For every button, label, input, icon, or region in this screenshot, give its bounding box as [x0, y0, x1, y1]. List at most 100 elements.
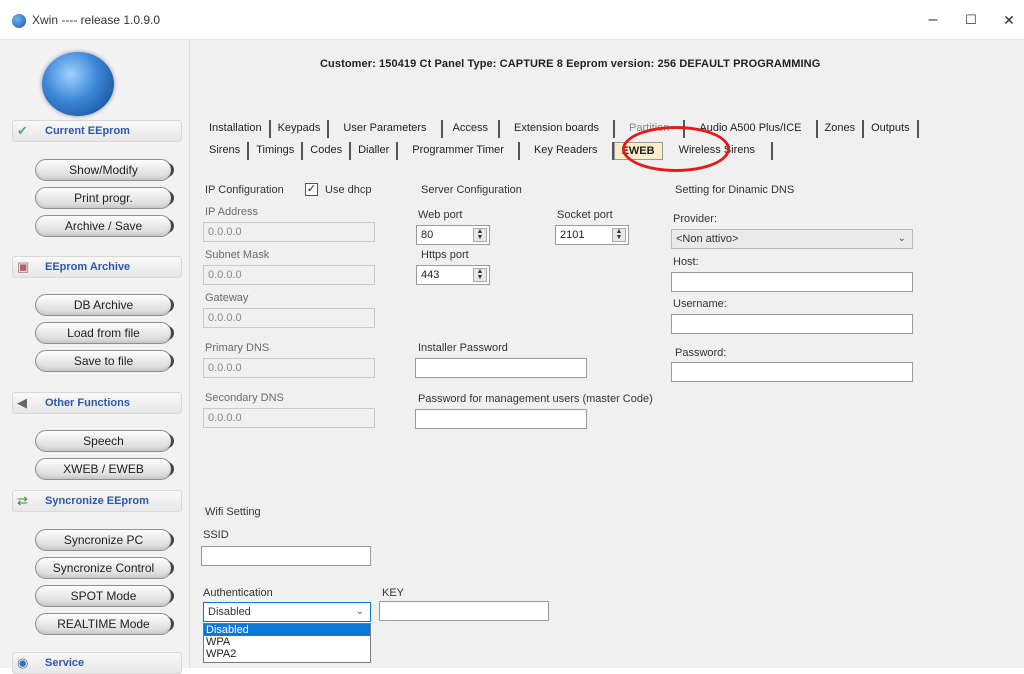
- check-shield-icon: ✔: [17, 123, 28, 138]
- tab-installation[interactable]: Installation: [202, 120, 271, 138]
- use-dhcp-checkbox[interactable]: ✓: [305, 183, 318, 196]
- web-port-stepper[interactable]: 80 ▲ ▼: [416, 225, 490, 245]
- https-port-value: 443: [421, 269, 440, 281]
- tab-keypads[interactable]: Keypads: [271, 120, 330, 138]
- spot-mode-button[interactable]: SPOT Mode: [35, 585, 174, 607]
- option-wpa2[interactable]: WPA2: [204, 648, 370, 660]
- gateway-input[interactable]: [203, 308, 375, 328]
- server-config-label: Server Configuration: [421, 184, 522, 196]
- speaker-icon: ◀: [17, 395, 27, 410]
- primary-dns-input[interactable]: [203, 358, 375, 378]
- https-port-label: Https port: [421, 249, 469, 261]
- sidebar: ✔ Current EEprom Show/Modify Print progr…: [0, 40, 190, 674]
- window-title-bar: Xwin ---- release 1.0.9.0 – ☐ ✕: [0, 0, 1024, 40]
- socket-port-stepper[interactable]: 2101 ▲ ▼: [555, 225, 629, 245]
- window-title: Xwin ---- release 1.0.9.0: [32, 13, 161, 27]
- spin-arrows-icon[interactable]: ▲ ▼: [473, 228, 487, 242]
- panel-header: Customer: 150419 Ct Panel Type: CAPTURE …: [190, 40, 1024, 108]
- secondary-dns-label: Secondary DNS: [205, 392, 284, 404]
- show-modify-button[interactable]: Show/Modify: [35, 159, 174, 181]
- master-password-label: Password for management users (master Co…: [418, 393, 653, 405]
- authentication-value: Disabled: [208, 606, 251, 618]
- archive-save-button[interactable]: Archive / Save: [35, 215, 174, 237]
- syncronize-control-button[interactable]: Syncronize Control: [35, 557, 174, 579]
- tab-dialler[interactable]: Dialler: [351, 142, 399, 160]
- highlight-circle: [622, 126, 730, 172]
- installer-password-label: Installer Password: [418, 342, 508, 354]
- section-title: EEprom Archive: [45, 261, 131, 273]
- close-button[interactable]: ✕: [994, 8, 1024, 32]
- username-input[interactable]: [671, 314, 913, 334]
- primary-dns-label: Primary DNS: [205, 342, 270, 354]
- section-title: Current EEprom: [45, 125, 130, 137]
- app-globe-icon: [12, 14, 26, 28]
- host-input[interactable]: [671, 272, 913, 292]
- save-to-file-button[interactable]: Save to file: [35, 350, 174, 372]
- wifi-setting-label: Wifi Setting: [205, 506, 261, 518]
- ddns-section-label: Setting for Dinamic DNS: [675, 184, 795, 196]
- tab-user-parameters[interactable]: User Parameters: [329, 120, 443, 138]
- section-title: Service: [45, 657, 85, 669]
- tab-outputs[interactable]: Outputs: [864, 120, 919, 138]
- authentication-select[interactable]: Disabled ⌄: [203, 602, 371, 622]
- tab-extension-boards[interactable]: Extension boards: [500, 120, 616, 138]
- password-label: Password:: [675, 347, 727, 359]
- web-port-value: 80: [421, 229, 434, 241]
- sync-icon: ⇄: [17, 493, 28, 508]
- panel-info-text: Customer: 150419 Ct Panel Type: CAPTURE …: [320, 58, 821, 70]
- gateway-label: Gateway: [205, 292, 249, 304]
- tab-access[interactable]: Access: [443, 120, 501, 138]
- password-input[interactable]: [671, 362, 913, 382]
- tab-key-readers[interactable]: Key Readers: [520, 142, 614, 160]
- globe-logo-icon: [42, 52, 114, 116]
- secondary-dns-input[interactable]: [203, 408, 375, 428]
- spin-arrows-icon[interactable]: ▲ ▼: [612, 228, 626, 242]
- minimize-button[interactable]: –: [918, 8, 948, 32]
- chevron-down-icon: ⌄: [355, 606, 364, 617]
- tab-sirens[interactable]: Sirens: [202, 142, 250, 160]
- option-disabled[interactable]: Disabled: [204, 624, 370, 636]
- ip-address-input[interactable]: [203, 222, 375, 242]
- xweb-eweb-button[interactable]: XWEB / EWEB: [35, 458, 174, 480]
- section-eeprom-archive[interactable]: ▣ EEprom Archive: [12, 256, 182, 278]
- section-syncronize-eeprom[interactable]: ⇄ Syncronize EEprom: [12, 490, 182, 512]
- chevron-down-icon: ⌄: [897, 233, 906, 244]
- section-current-eeprom[interactable]: ✔ Current EEprom: [12, 120, 182, 142]
- tab-zones[interactable]: Zones: [818, 120, 865, 138]
- archive-icon: ▣: [17, 259, 30, 274]
- tab-codes[interactable]: Codes: [303, 142, 352, 160]
- socket-port-label: Socket port: [557, 209, 613, 221]
- tab-timings[interactable]: Timings: [249, 142, 304, 160]
- subnet-mask-label: Subnet Mask: [205, 249, 270, 261]
- host-label: Host:: [673, 256, 699, 268]
- speech-button[interactable]: Speech: [35, 430, 174, 452]
- ip-config-label: IP Configuration: [205, 184, 284, 196]
- tab-row-1: Installation Keypads User Parameters Acc…: [202, 120, 919, 138]
- provider-select[interactable]: <Non attivo> ⌄: [671, 229, 913, 249]
- db-archive-button[interactable]: DB Archive: [35, 294, 174, 316]
- authentication-dropdown-list: Disabled WPA WPA2: [203, 623, 371, 663]
- https-port-stepper[interactable]: 443 ▲ ▼: [416, 265, 490, 285]
- option-wpa[interactable]: WPA: [204, 636, 370, 648]
- realtime-mode-button[interactable]: REALTIME Mode: [35, 613, 174, 635]
- tab-programmer-timer[interactable]: Programmer Timer: [398, 142, 520, 160]
- ssid-label: SSID: [203, 529, 229, 541]
- provider-value: <Non attivo>: [676, 233, 739, 245]
- section-other-functions[interactable]: ◀ Other Functions: [12, 392, 182, 414]
- installer-password-input[interactable]: [415, 358, 587, 378]
- maximize-button[interactable]: ☐: [956, 8, 986, 32]
- section-service[interactable]: ◉ Service: [12, 652, 182, 674]
- subnet-mask-input[interactable]: [203, 265, 375, 285]
- key-input[interactable]: [379, 601, 549, 621]
- master-password-input[interactable]: [415, 409, 587, 429]
- username-label: Username:: [673, 298, 727, 310]
- syncronize-pc-button[interactable]: Syncronize PC: [35, 529, 174, 551]
- section-title: Other Functions: [45, 397, 130, 409]
- provider-label: Provider:: [673, 213, 718, 225]
- spin-arrows-icon[interactable]: ▲ ▼: [473, 268, 487, 282]
- web-port-label: Web port: [418, 209, 463, 221]
- print-progr-button[interactable]: Print progr.: [35, 187, 174, 209]
- load-from-file-button[interactable]: Load from file: [35, 322, 174, 344]
- ssid-input[interactable]: [201, 546, 371, 566]
- socket-port-value: 2101: [560, 229, 585, 241]
